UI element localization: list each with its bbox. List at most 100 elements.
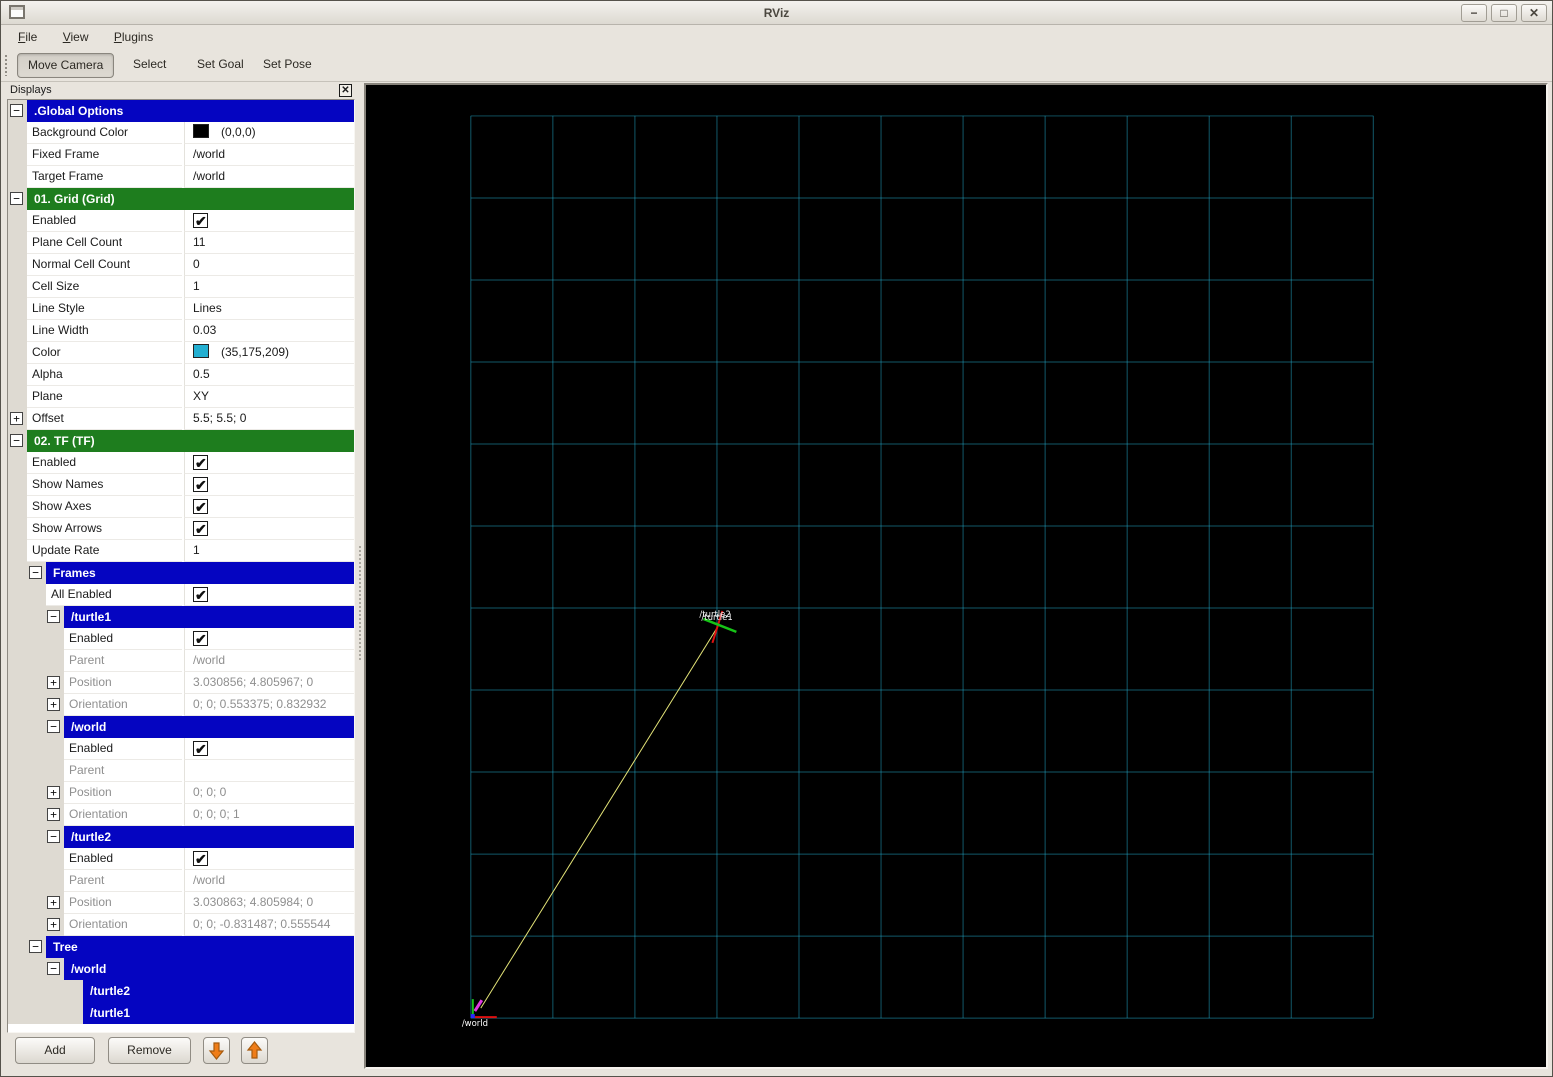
tree-row-orientation: + Orientation 0; 0; -0.831487; 0.555544 (8, 914, 354, 936)
expand-icon[interactable]: + (47, 808, 60, 821)
collapse-icon[interactable]: − (10, 434, 23, 447)
property-value[interactable]: 11 (184, 232, 354, 254)
maximize-icon: □ (1500, 6, 1508, 20)
property-value[interactable] (184, 628, 354, 650)
property-value[interactable]: Lines (184, 298, 354, 320)
tree-indent (8, 760, 64, 782)
checkbox-checked-icon[interactable] (193, 497, 208, 518)
add-button[interactable]: Add (15, 1037, 95, 1064)
property-value[interactable] (184, 518, 354, 540)
property-value[interactable]: 0.5 (184, 364, 354, 386)
minimize-button[interactable]: − (1461, 4, 1487, 22)
menu-view[interactable]: View (58, 26, 94, 48)
property-value[interactable]: (0,0,0) (184, 122, 354, 144)
tree-row-enabled: Enabled (8, 848, 354, 870)
collapse-icon[interactable]: − (47, 610, 60, 623)
property-value[interactable] (184, 848, 354, 870)
tool-select[interactable]: Select (123, 53, 176, 78)
tree-indent (8, 474, 27, 496)
menu-file[interactable]: File (13, 26, 42, 48)
collapse-icon[interactable]: − (29, 566, 42, 579)
property-value[interactable] (184, 474, 354, 496)
property-label: Parent (64, 870, 182, 892)
property-value: 0; 0; 0; 1 (184, 804, 354, 826)
property-value[interactable]: 5.5; 5.5; 0 (184, 408, 354, 430)
property-value[interactable] (184, 584, 354, 606)
checkbox-checked-icon[interactable] (193, 739, 208, 760)
property-label: Enabled (64, 738, 182, 760)
property-label: Parent (64, 650, 182, 672)
property-value[interactable]: 0.03 (184, 320, 354, 342)
maximize-button[interactable]: □ (1491, 4, 1517, 22)
property-value[interactable] (184, 738, 354, 760)
tree-header-bar[interactable]: /turtle1 (64, 606, 354, 628)
collapse-icon[interactable]: − (47, 830, 60, 843)
tree-header-bar[interactable]: 01. Grid (Grid) (27, 188, 354, 210)
checkbox-checked-icon[interactable] (193, 475, 208, 496)
move-down-button[interactable] (203, 1037, 230, 1064)
title-bar[interactable]: RViz − □ ✕ (1, 1, 1552, 25)
tree-header-bar[interactable]: /world (64, 716, 354, 738)
tree-header-bar[interactable]: Tree (46, 936, 354, 958)
color-swatch[interactable] (193, 344, 209, 358)
property-value[interactable]: (35,175,209) (184, 342, 354, 364)
property-value[interactable]: XY (184, 386, 354, 408)
tree-indent (8, 848, 64, 870)
collapse-icon[interactable]: − (10, 192, 23, 205)
expand-icon[interactable]: + (47, 896, 60, 909)
property-value[interactable] (184, 210, 354, 232)
turtle1-frame-label: /turtle1 (701, 612, 732, 622)
collapse-icon[interactable]: − (10, 104, 23, 117)
tree-header-bar[interactable]: Frames (46, 562, 354, 584)
tree-header-bar[interactable]: /turtle1 (83, 1002, 354, 1024)
tree-row-position: + Position 3.030863; 4.805984; 0 (8, 892, 354, 914)
tree-row-orientation: + Orientation 0; 0; 0.553375; 0.832932 (8, 694, 354, 716)
collapse-icon[interactable]: − (47, 720, 60, 733)
collapse-icon[interactable]: − (47, 962, 60, 975)
remove-button[interactable]: Remove (108, 1037, 191, 1064)
tree-indent (8, 276, 27, 298)
checkbox-checked-icon[interactable] (193, 519, 208, 540)
tree-row-parent: Parent/world (8, 870, 354, 892)
panel-close-icon[interactable]: ✕ (339, 84, 352, 97)
property-label: Position (64, 782, 182, 804)
expand-icon[interactable]: + (47, 786, 60, 799)
color-swatch[interactable] (193, 124, 209, 138)
render-viewport[interactable]: /world /turtle2 /turtle1 (364, 83, 1548, 1069)
tree-indent (8, 320, 27, 342)
property-label: Plane Cell Count (27, 232, 182, 254)
property-value[interactable] (184, 496, 354, 518)
tree-header-bar[interactable]: /turtle2 (64, 826, 354, 848)
expand-icon[interactable]: + (47, 676, 60, 689)
property-value[interactable]: 1 (184, 276, 354, 298)
checkbox-checked-icon[interactable] (193, 453, 208, 474)
tool-set-pose[interactable]: Set Pose (253, 53, 322, 78)
tree-indent (8, 232, 27, 254)
tool-set-goal[interactable]: Set Goal (187, 53, 254, 78)
property-value[interactable]: 1 (184, 540, 354, 562)
expand-icon[interactable]: + (47, 698, 60, 711)
collapse-icon[interactable]: − (29, 940, 42, 953)
tree-header-bar[interactable]: .Global Options (27, 100, 354, 122)
property-value[interactable]: /world (184, 166, 354, 188)
move-up-button[interactable] (241, 1037, 268, 1064)
tree-row-alpha: Alpha 0.5 (8, 364, 354, 386)
tree-header-bar[interactable]: /turtle2 (83, 980, 354, 1002)
toolbar-drag-handle-icon[interactable] (5, 55, 9, 76)
tree-header-global-options: − .Global Options (8, 100, 354, 122)
checkbox-checked-icon[interactable] (193, 211, 208, 232)
tool-move-camera[interactable]: Move Camera (17, 53, 115, 78)
property-value[interactable]: 0 (184, 254, 354, 276)
expand-icon[interactable]: + (47, 918, 60, 931)
menu-plugins[interactable]: Plugins (109, 26, 158, 48)
tree-header-bar[interactable]: /world (64, 958, 354, 980)
property-label: Position (64, 672, 182, 694)
property-value[interactable] (184, 452, 354, 474)
checkbox-checked-icon[interactable] (193, 849, 208, 870)
close-button[interactable]: ✕ (1521, 4, 1547, 22)
expand-icon[interactable]: + (10, 412, 23, 425)
checkbox-checked-icon[interactable] (193, 585, 208, 606)
checkbox-checked-icon[interactable] (193, 629, 208, 650)
property-value[interactable]: /world (184, 144, 354, 166)
tree-header-bar[interactable]: 02. TF (TF) (27, 430, 354, 452)
